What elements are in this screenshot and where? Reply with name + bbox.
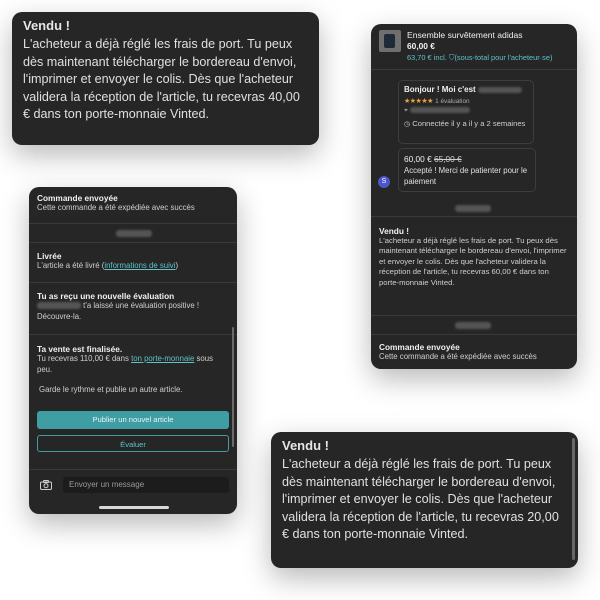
sold-notice-card-20: Vendu ! L'acheteur a déjà réglé les frai… bbox=[271, 432, 578, 568]
scrollbar[interactable] bbox=[232, 327, 234, 447]
message-bar: Envoyer un message bbox=[29, 469, 237, 514]
sold-title: Vendu ! bbox=[23, 18, 70, 33]
sold-message: L'acheteur a déjà réglé les frais de por… bbox=[282, 457, 559, 542]
delivered-title: Livrée bbox=[37, 251, 62, 261]
seller-intro-bubble: Bonjour ! Moi c'est ★★★★★ 1 évaluation ⌖… bbox=[398, 80, 534, 144]
evaluate-button[interactable]: Évaluer bbox=[37, 435, 229, 452]
sold-text: L'acheteur a déjà réglé les frais de por… bbox=[379, 236, 567, 287]
sold-title: Vendu ! bbox=[282, 438, 329, 453]
order-sent-message: Commande envoyée Cette commande a été ex… bbox=[37, 193, 229, 214]
sold-notice-card-40: Vendu ! L'acheteur a déjà réglé les frai… bbox=[12, 12, 319, 145]
order-sent-text: Cette commande a été expédiée avec succè… bbox=[37, 203, 195, 212]
blurred-location bbox=[409, 107, 470, 114]
divider bbox=[29, 334, 237, 335]
divider bbox=[371, 216, 577, 217]
delivered-text: L'article a été livré ( bbox=[37, 261, 105, 270]
blurred-date bbox=[116, 229, 152, 238]
divider bbox=[29, 242, 237, 243]
divider bbox=[371, 315, 577, 316]
blurred-username bbox=[37, 302, 81, 310]
chat-screen-left: Commande envoyée Cette commande a été ex… bbox=[29, 187, 237, 514]
review-title: Tu as reçu une nouvelle évaluation bbox=[37, 291, 175, 301]
connected-text: Connectée il y a il y a 2 semaines bbox=[412, 119, 526, 128]
location-icon: ⌖ bbox=[404, 107, 408, 114]
product-price: 60,00 € bbox=[407, 41, 435, 51]
camera-icon[interactable] bbox=[40, 480, 52, 490]
subtotal-note: (sous-total pour l'acheteur·se) bbox=[454, 53, 553, 62]
delivered-message: Livrée L'article a été livré (informatio… bbox=[37, 251, 229, 272]
offer-price: 60,00 € bbox=[404, 154, 432, 164]
offer-text: Accepté ! Merci de patienter pour le pai… bbox=[404, 166, 528, 186]
blurred-username bbox=[477, 86, 522, 93]
product-incl-price: 63,70 € incl. ⛉(sous-total pour l'achete… bbox=[407, 53, 552, 63]
product-thumbnail[interactable] bbox=[379, 30, 401, 52]
divider bbox=[371, 69, 577, 70]
blurred-date bbox=[455, 204, 491, 213]
scrollbar[interactable] bbox=[572, 438, 575, 560]
finalized-text: Tu recevras 110,00 € dans bbox=[37, 354, 129, 363]
divider bbox=[371, 334, 577, 335]
sale-finalized-message: Ta vente est finalisée. Tu recevras 110,… bbox=[37, 344, 229, 396]
avatar[interactable]: S bbox=[378, 176, 390, 188]
order-sent-message: Commande envoyée Cette commande a été ex… bbox=[379, 342, 569, 363]
review-message: Tu as reçu une nouvelle évaluation t'a l… bbox=[37, 291, 229, 322]
tracking-info-link[interactable]: informations de suivi bbox=[104, 261, 175, 270]
order-sent-text: Cette commande a été expédiée avec succè… bbox=[379, 352, 537, 361]
delivered-text-end: ) bbox=[175, 261, 179, 270]
product-name[interactable]: Ensemble survêtement adidas bbox=[407, 30, 523, 40]
rating-count: 1 évaluation bbox=[435, 98, 470, 105]
sold-title: Vendu ! bbox=[379, 226, 409, 236]
greeting: Bonjour ! Moi c'est bbox=[404, 85, 476, 94]
offer-bubble: 60,00 € 65,00 € Accepté ! Merci de patie… bbox=[398, 148, 536, 192]
order-sent-title: Commande envoyée bbox=[37, 193, 118, 203]
wallet-link[interactable]: ton porte-monnaie bbox=[131, 354, 194, 363]
offer-old-price: 65,00 € bbox=[434, 154, 462, 164]
incl-price: 63,70 € incl. bbox=[407, 53, 447, 62]
publish-new-item-button[interactable]: Publier un nouvel article bbox=[37, 411, 229, 429]
sold-message: L'acheteur a déjà réglé les frais de por… bbox=[23, 37, 300, 122]
rating-stars: ★★★★★ bbox=[404, 98, 433, 105]
message-input[interactable]: Envoyer un message bbox=[63, 477, 229, 493]
divider bbox=[29, 282, 237, 283]
order-sent-title: Commande envoyée bbox=[379, 342, 460, 352]
chat-screen-right: Ensemble survêtement adidas 60,00 € 63,7… bbox=[371, 24, 577, 369]
sold-message-right: Vendu ! L'acheteur a déjà réglé les frai… bbox=[379, 226, 569, 288]
blurred-date bbox=[455, 321, 491, 330]
home-indicator bbox=[99, 506, 169, 509]
keep-going-text: Garde le rythme et publie un autre artic… bbox=[39, 385, 183, 394]
clock-icon: ◷ bbox=[404, 121, 411, 128]
finalized-title: Ta vente est finalisée. bbox=[37, 344, 123, 354]
divider bbox=[29, 223, 237, 224]
